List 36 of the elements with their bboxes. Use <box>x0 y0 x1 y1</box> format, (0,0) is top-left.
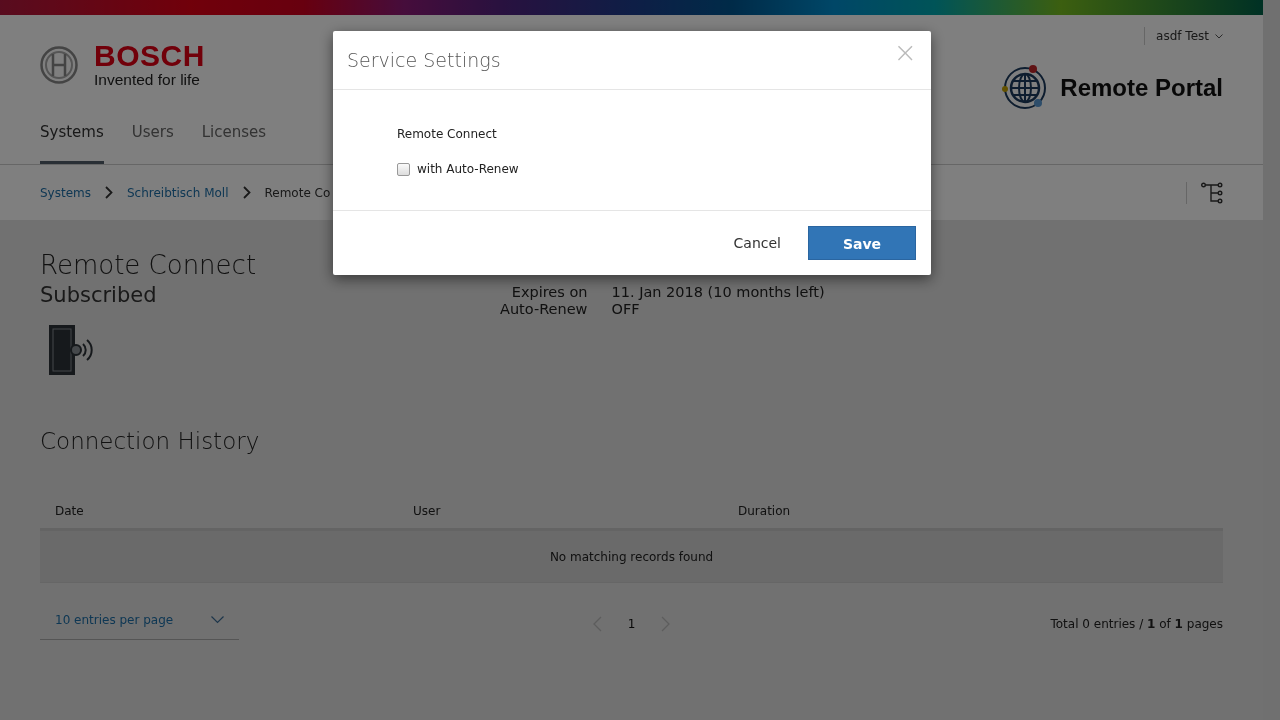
breadcrumb-item[interactable]: Schreibtisch Moll <box>127 185 229 200</box>
pagination-summary: Total 0 entries / 1 of 1 pages <box>1050 616 1223 631</box>
breadcrumb-item: Remote Co <box>264 185 331 200</box>
chevron-right-icon <box>105 186 113 199</box>
chevron-down-icon <box>1215 33 1223 39</box>
detail-label: Auto-Renew <box>500 301 588 317</box>
brand-tagline: Invented for life <box>94 71 201 89</box>
section-label: Remote Connect <box>397 127 498 141</box>
chevron-down-icon <box>211 616 224 624</box>
detail-value: 11. Jan 2018 (10 months left) <box>611 284 825 300</box>
nav-tab[interactable]: Users <box>131 123 174 164</box>
service-status: Subscribed <box>40 282 158 309</box>
nav-tab[interactable]: Licenses <box>201 123 267 164</box>
column-header: Duration <box>738 504 792 518</box>
detail-label: Expires on <box>510 284 588 300</box>
tree-icon[interactable] <box>1201 181 1223 204</box>
checkbox[interactable] <box>397 162 410 176</box>
bosch-emblem-icon <box>40 46 78 84</box>
detail-value: OFF <box>611 301 641 317</box>
dialog-title: Service Settings <box>347 49 501 71</box>
brand-name: BOSCH <box>94 41 205 71</box>
column-header: User <box>413 504 442 518</box>
cancel-button[interactable]: Cancel <box>733 226 781 260</box>
chevron-right-icon <box>242 186 251 199</box>
breadcrumb-item[interactable]: Systems <box>40 185 91 200</box>
empty-row: No matching records found <box>40 531 1223 583</box>
page-number[interactable]: 1 <box>627 616 636 631</box>
page-size-select[interactable]: 10 entries per page <box>40 607 239 640</box>
user-menu[interactable]: asdf Test <box>1144 27 1223 45</box>
checkbox-label[interactable]: with Auto-Renew <box>417 162 519 176</box>
portal-name: Remote Portal <box>1060 74 1223 102</box>
section-title: Connection History <box>40 428 261 454</box>
device-signal-icon <box>48 324 96 376</box>
save-button[interactable]: Save <box>808 226 916 260</box>
column-header: Date <box>55 504 85 518</box>
service-title: Remote Connect <box>40 250 258 280</box>
